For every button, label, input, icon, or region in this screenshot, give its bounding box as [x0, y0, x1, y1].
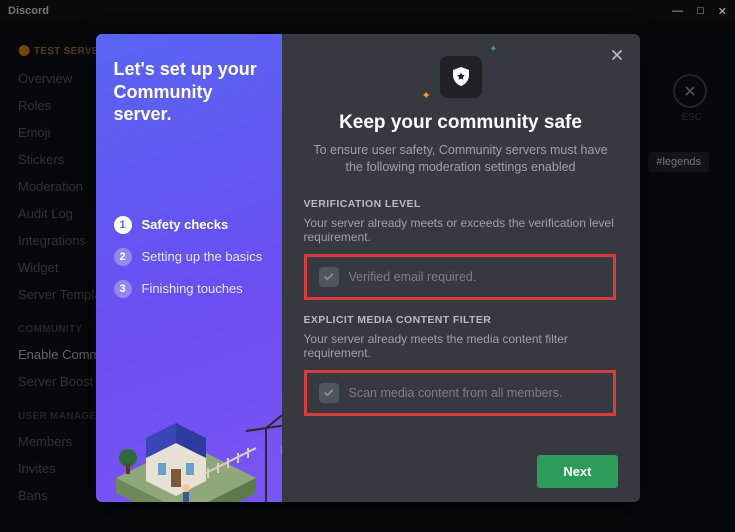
step-label: Finishing touches — [142, 281, 243, 296]
section-description: Your server already meets or exceeds the… — [304, 216, 616, 244]
next-button[interactable]: Next — [537, 455, 617, 488]
window-close-button[interactable]: ✕ — [718, 5, 727, 18]
window-maximize-button[interactable]: □ — [697, 5, 704, 18]
modal-scroll[interactable]: VERIFICATION LEVEL Your server already me… — [304, 190, 618, 447]
setup-step[interactable]: 1 Safety checks — [114, 216, 264, 234]
section-title: VERIFICATION LEVEL — [304, 198, 616, 210]
sidebar-illustration — [96, 358, 282, 502]
checkbox-icon — [319, 267, 339, 287]
step-label: Safety checks — [142, 217, 229, 232]
shield-icon: ✦ ✦ — [440, 56, 482, 98]
modal-overlay: Let's set up your Community server. 1 Saf… — [0, 22, 735, 532]
requirement-checkbox-row[interactable]: Verified email required. — [304, 254, 616, 300]
setup-step[interactable]: 3 Finishing touches — [114, 280, 264, 298]
titlebar: Discord — □ ✕ — [0, 0, 735, 22]
setup-step[interactable]: 2 Setting up the basics — [114, 248, 264, 266]
setup-steps: 1 Safety checks 2 Setting up the basics 3 Fin… — [114, 216, 264, 298]
step-number: 2 — [114, 248, 132, 266]
sparkle-icon: ✦ — [422, 89, 431, 102]
shield-hero: ✦ ✦ — [304, 56, 618, 98]
modal-sidebar: Let's set up your Community server. 1 Saf… — [96, 34, 282, 502]
modal-subtitle: To ensure user safety, Community servers… — [312, 142, 610, 176]
modal-close-button[interactable] — [606, 44, 628, 66]
app-name: Discord — [8, 5, 49, 17]
checkbox-label: Scan media content from all members. — [349, 386, 563, 400]
checkbox-label: Verified email required. — [349, 270, 477, 284]
window-minimize-button[interactable]: — — [672, 5, 683, 18]
modal-sidebar-heading: Let's set up your Community server. — [114, 58, 264, 126]
community-setup-modal: Let's set up your Community server. 1 Saf… — [96, 34, 640, 502]
step-label: Setting up the basics — [142, 249, 263, 264]
modal-title: Keep your community safe — [304, 112, 618, 134]
requirement-checkbox-row[interactable]: Scan media content from all members. — [304, 370, 616, 416]
sparkle-icon: ✦ — [489, 44, 497, 55]
modal-content: ✦ ✦ Keep your community safe To ensure u… — [282, 34, 640, 502]
step-number: 1 — [114, 216, 132, 234]
checkbox-icon — [319, 383, 339, 403]
window-controls: — □ ✕ — [672, 5, 727, 18]
modal-footer: Next — [304, 447, 618, 488]
section-title: EXPLICIT MEDIA CONTENT FILTER — [304, 314, 616, 326]
section-description: Your server already meets the media cont… — [304, 332, 616, 360]
step-number: 3 — [114, 280, 132, 298]
